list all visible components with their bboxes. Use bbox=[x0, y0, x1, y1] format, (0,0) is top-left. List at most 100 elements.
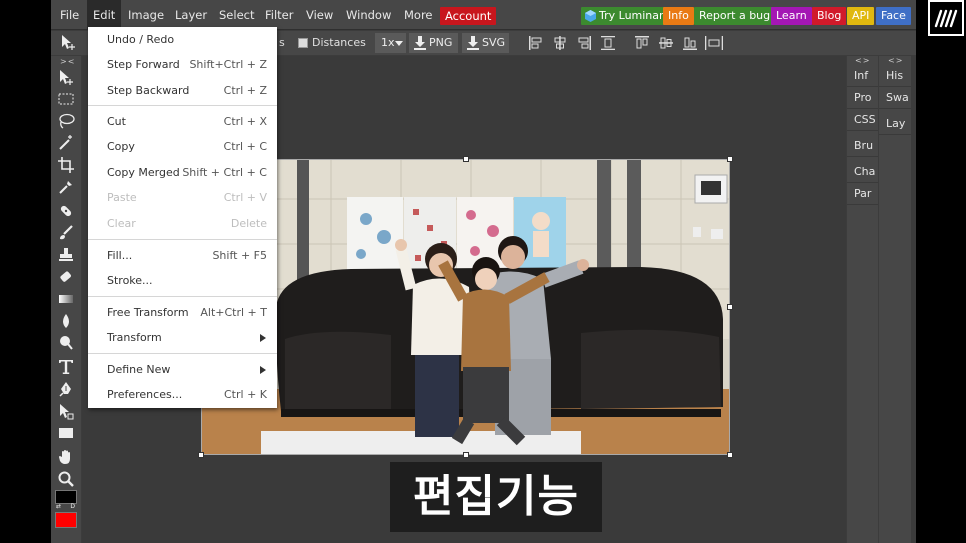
align-top-icon[interactable] bbox=[635, 36, 649, 50]
panel-column-right: <> His Swa Lay bbox=[879, 56, 911, 543]
menu-layer[interactable]: Layer bbox=[175, 0, 207, 30]
menu-view[interactable]: View bbox=[306, 0, 333, 30]
panel-tab-css[interactable]: CSS bbox=[847, 109, 878, 131]
distribute-horizontal-icon[interactable] bbox=[705, 36, 723, 50]
background-color-swatch[interactable] bbox=[55, 512, 77, 528]
panel-tab-brush[interactable]: Bru bbox=[847, 135, 878, 157]
menu-item-copy[interactable]: Copy Ctrl + C bbox=[88, 135, 277, 159]
menu-item-preferences[interactable]: Preferences... Ctrl + K bbox=[88, 383, 277, 407]
blog-button[interactable]: Blog bbox=[812, 7, 847, 25]
transform-handle-middle-right[interactable] bbox=[727, 304, 733, 310]
crop-tool-icon[interactable] bbox=[57, 156, 75, 174]
menu-item-shortcut: Shift + Ctrl + C bbox=[182, 166, 267, 179]
distribute-vertical-icon[interactable] bbox=[601, 36, 615, 50]
path-select-tool-icon[interactable] bbox=[57, 402, 75, 420]
panel-tab-paragraph[interactable]: Par bbox=[847, 183, 878, 205]
gradient-tool-icon[interactable] bbox=[57, 290, 75, 308]
panel-tab-layers[interactable]: Lay bbox=[879, 113, 911, 135]
marquee-tool-icon[interactable] bbox=[57, 90, 75, 108]
luminar-icon bbox=[585, 10, 596, 22]
zoom-select[interactable]: 1x bbox=[375, 33, 406, 53]
menu-item-shortcut: Ctrl + C bbox=[223, 140, 267, 153]
healing-brush-tool-icon[interactable] bbox=[57, 202, 75, 220]
report-bug-button[interactable]: Report a bug bbox=[694, 7, 776, 25]
menu-item-label: Free Transform bbox=[107, 306, 189, 319]
menu-item-label: Clear bbox=[107, 217, 136, 230]
distances-checkbox[interactable] bbox=[298, 38, 308, 48]
panel-tab-swatches[interactable]: Swa bbox=[879, 87, 911, 109]
transform-handle-top-center[interactable] bbox=[463, 156, 469, 162]
menu-file[interactable]: File bbox=[60, 0, 79, 30]
learn-button[interactable]: Learn bbox=[771, 7, 812, 25]
menu-item-label: Step Backward bbox=[107, 84, 190, 97]
blur-tool-icon[interactable] bbox=[57, 312, 75, 330]
text-tool-icon[interactable] bbox=[57, 358, 75, 376]
edit-menu-dropdown: Undo / Redo Step Forward Shift+Ctrl + Z S… bbox=[88, 27, 277, 408]
panel-tab-character[interactable]: Cha bbox=[847, 161, 878, 183]
menu-item-free-transform[interactable]: Free Transform Alt+Ctrl + T bbox=[88, 301, 277, 325]
align-left-icon[interactable] bbox=[529, 36, 543, 50]
options-partial-label: s bbox=[279, 36, 285, 49]
menu-separator bbox=[88, 296, 277, 297]
menu-filter[interactable]: Filter bbox=[265, 0, 293, 30]
menu-item-define-new[interactable]: Define New bbox=[88, 358, 277, 382]
menu-item-label: Fill... bbox=[107, 249, 133, 262]
panel-tab-properties[interactable]: Pro bbox=[847, 87, 878, 109]
panel-tab-info[interactable]: Inf bbox=[847, 65, 878, 87]
pen-tool-icon[interactable] bbox=[57, 380, 75, 398]
menu-item-stroke[interactable]: Stroke... bbox=[88, 269, 277, 293]
eyedropper-tool-icon[interactable] bbox=[57, 178, 75, 196]
zoom-tool-icon[interactable] bbox=[57, 470, 75, 488]
stamp-tool-icon[interactable] bbox=[57, 246, 75, 264]
align-bottom-icon[interactable] bbox=[683, 36, 697, 50]
menu-item-transform[interactable]: Transform bbox=[88, 326, 277, 350]
face-button[interactable]: Face bbox=[876, 7, 911, 25]
menu-window[interactable]: Window bbox=[346, 0, 391, 30]
menu-bar: File Edit Image Layer Select Filter View… bbox=[51, 0, 916, 30]
foreground-color-swatch[interactable] bbox=[55, 490, 77, 504]
info-button[interactable]: Info bbox=[663, 7, 694, 25]
align-right-icon[interactable] bbox=[577, 36, 591, 50]
export-png-button[interactable]: PNG bbox=[409, 33, 458, 53]
transform-handle-bottom-right[interactable] bbox=[727, 452, 733, 458]
align-middle-icon[interactable] bbox=[659, 36, 673, 50]
export-svg-button[interactable]: SVG bbox=[462, 33, 509, 53]
try-luminar-button[interactable]: Try Luminar bbox=[581, 7, 669, 25]
selection-bounding-box[interactable] bbox=[201, 159, 730, 455]
menu-item-step-backward[interactable]: Step Backward Ctrl + Z bbox=[88, 79, 277, 103]
brush-tool-icon[interactable] bbox=[57, 224, 75, 242]
channel-logo bbox=[928, 0, 964, 36]
toolbar-collapse-toggle[interactable]: >< bbox=[60, 57, 75, 66]
swap-colors-icon[interactable]: ⇄ bbox=[56, 504, 61, 510]
lasso-tool-icon[interactable] bbox=[57, 112, 75, 130]
hand-tool-icon[interactable] bbox=[57, 448, 75, 466]
menu-edit[interactable]: Edit bbox=[87, 0, 122, 30]
shape-tool-icon[interactable] bbox=[57, 424, 75, 442]
api-button[interactable]: API bbox=[847, 7, 875, 25]
dodge-tool-icon[interactable] bbox=[57, 334, 75, 352]
panel-collapse-toggle[interactable]: <> bbox=[888, 56, 903, 65]
move-tool-icon[interactable] bbox=[57, 68, 75, 86]
menu-more[interactable]: More bbox=[404, 0, 433, 30]
menu-image[interactable]: Image bbox=[128, 0, 164, 30]
panel-tab-history[interactable]: His bbox=[879, 65, 911, 87]
transform-handle-bottom-left[interactable] bbox=[198, 452, 204, 458]
align-center-icon[interactable] bbox=[553, 36, 567, 50]
menu-select[interactable]: Select bbox=[219, 0, 254, 30]
menu-item-step-forward[interactable]: Step Forward Shift+Ctrl + Z bbox=[88, 53, 277, 77]
menu-item-undo-redo[interactable]: Undo / Redo bbox=[88, 28, 277, 52]
eraser-tool-icon[interactable] bbox=[57, 268, 75, 286]
menu-item-cut[interactable]: Cut Ctrl + X bbox=[88, 110, 277, 134]
menu-item-label: Undo / Redo bbox=[107, 33, 175, 46]
default-colors-icon[interactable]: D bbox=[70, 504, 75, 510]
transform-handle-bottom-center[interactable] bbox=[463, 452, 469, 458]
logo-mark-icon bbox=[934, 9, 958, 28]
panel-collapse-toggle[interactable]: <> bbox=[855, 56, 870, 65]
menu-item-copy-merged[interactable]: Copy Merged Shift + Ctrl + C bbox=[88, 161, 277, 185]
menu-item-label: Copy Merged bbox=[107, 166, 180, 179]
magic-wand-tool-icon[interactable] bbox=[57, 134, 75, 152]
menu-item-shortcut: Shift+Ctrl + Z bbox=[189, 58, 267, 71]
transform-handle-top-right[interactable] bbox=[727, 156, 733, 162]
account-button[interactable]: Account bbox=[440, 7, 497, 25]
menu-item-fill[interactable]: Fill... Shift + F5 bbox=[88, 244, 277, 268]
